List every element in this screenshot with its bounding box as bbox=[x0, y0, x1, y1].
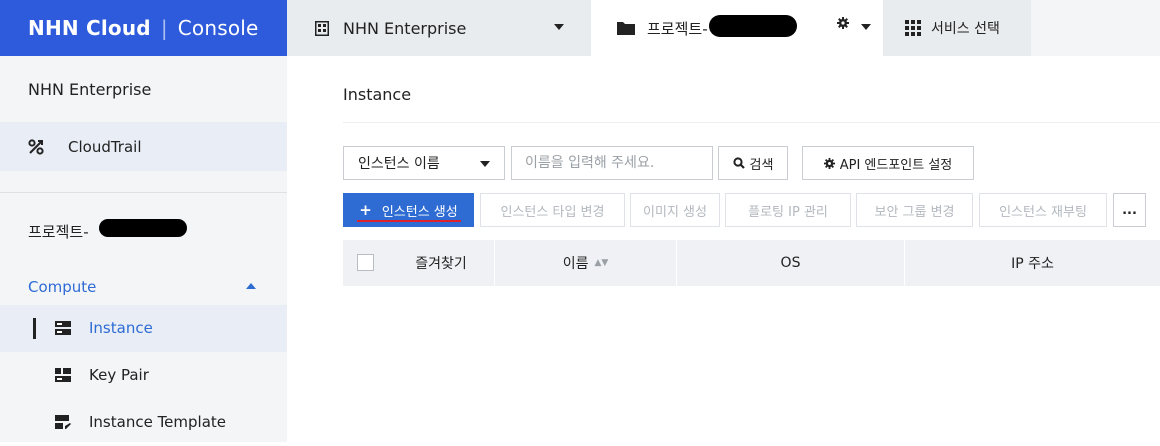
change-security-group-label: 보안 그룹 변경 bbox=[874, 204, 955, 220]
organization-selector[interactable]: NHN Enterprise bbox=[287, 0, 591, 56]
folder-icon bbox=[617, 22, 635, 35]
brand-logo-text: NHN Cloud bbox=[28, 16, 151, 40]
sidebar-project-name: 프로젝트- bbox=[28, 222, 89, 241]
sidebar-item-label: Instance Template bbox=[89, 413, 227, 431]
column-header-ip[interactable]: IP 주소 bbox=[905, 240, 1160, 286]
sidebar-item-instance[interactable]: Instance bbox=[0, 305, 287, 352]
api-endpoint-settings-button[interactable]: API 엔드포인트 설정 bbox=[802, 146, 974, 180]
project-name: 프로젝트- bbox=[647, 19, 708, 38]
top-bar-fill bbox=[1031, 0, 1160, 56]
cloudtrail-icon bbox=[28, 138, 44, 155]
brand-separator: | bbox=[160, 16, 168, 40]
manage-floating-ip-button[interactable]: 플로팅 IP 관리 bbox=[725, 193, 851, 227]
brand-console-text: Console bbox=[177, 16, 259, 40]
key-pair-icon bbox=[55, 368, 71, 382]
sidebar-item-label: Key Pair bbox=[89, 366, 149, 384]
gear-icon bbox=[823, 157, 835, 169]
sidebar-item-label: CloudTrail bbox=[68, 137, 142, 156]
create-instance-button[interactable]: + 인스턴스 생성 bbox=[343, 193, 474, 227]
redacted-project-name bbox=[99, 219, 187, 237]
column-header-label: 즐겨찾기 bbox=[415, 256, 467, 272]
chevron-up-icon bbox=[246, 283, 256, 289]
service-select-button[interactable]: 서비스 선택 bbox=[883, 0, 1031, 56]
sidebar-organization-name: NHN Enterprise bbox=[28, 79, 152, 99]
column-header-os[interactable]: OS bbox=[677, 240, 904, 286]
top-bar: NHN Cloud | Console NHN Enterprise 프로젝트- bbox=[0, 0, 1160, 56]
search-filter-value: 인스턴스 이름 bbox=[358, 156, 440, 172]
change-security-group-button[interactable]: 보안 그룹 변경 bbox=[856, 193, 973, 227]
column-header-label: 이름 bbox=[562, 256, 589, 272]
chevron-down-icon bbox=[480, 161, 490, 167]
sidebar-item-cloudtrail[interactable]: CloudTrail bbox=[0, 122, 287, 171]
manage-floating-ip-label: 플로팅 IP 관리 bbox=[748, 204, 828, 220]
change-instance-type-label: 인스턴스 타입 변경 bbox=[500, 204, 605, 220]
annotation-underline bbox=[357, 220, 461, 222]
column-header-label: IP 주소 bbox=[1011, 256, 1054, 272]
api-endpoint-settings-label: API 엔드포인트 설정 bbox=[839, 157, 953, 173]
brand-logo[interactable]: NHN Cloud | Console bbox=[0, 0, 287, 56]
search-input[interactable] bbox=[511, 146, 713, 180]
search-filter-select[interactable]: 인스턴스 이름 bbox=[343, 146, 505, 180]
main-content: Instance 인스턴스 이름 검색 API 엔드포인트 bbox=[287, 56, 1160, 442]
create-image-label: 이미지 생성 bbox=[643, 204, 707, 220]
sort-icon[interactable]: ▲▼ bbox=[594, 258, 608, 268]
reboot-instance-button[interactable]: 인스턴스 재부팅 bbox=[979, 193, 1107, 227]
column-header-favorite[interactable]: 즐겨찾기 bbox=[393, 240, 489, 286]
sidebar-group-compute[interactable]: Compute bbox=[0, 269, 287, 305]
grid-icon bbox=[905, 20, 921, 36]
table-header: 즐겨찾기 이름 ▲▼ OS IP 주소 bbox=[343, 240, 1160, 286]
create-instance-label: 인스턴스 생성 bbox=[381, 204, 458, 220]
building-icon bbox=[315, 20, 329, 36]
create-image-button[interactable]: 이미지 생성 bbox=[630, 193, 720, 227]
page-title: Instance bbox=[343, 85, 412, 104]
chevron-down-icon bbox=[554, 24, 564, 30]
sidebar-item-key-pair[interactable]: Key Pair bbox=[0, 352, 287, 399]
sidebar-divider bbox=[0, 171, 287, 193]
organization-name: NHN Enterprise bbox=[343, 18, 467, 38]
sidebar-group-label: Compute bbox=[28, 278, 97, 296]
reboot-instance-label: 인스턴스 재부팅 bbox=[999, 204, 1087, 220]
chevron-down-icon bbox=[861, 24, 871, 30]
select-all-checkbox[interactable] bbox=[357, 254, 374, 271]
sidebar-item-instance-template[interactable]: Instance Template bbox=[0, 399, 287, 446]
column-header-label: OS bbox=[780, 255, 801, 271]
change-instance-type-button[interactable]: 인스턴스 타입 변경 bbox=[480, 193, 625, 227]
service-select-label: 서비스 선택 bbox=[931, 21, 1000, 37]
sidebar: NHN Enterprise CloudTrail 프로젝트- Compute … bbox=[0, 56, 287, 442]
active-indicator bbox=[33, 318, 36, 339]
title-divider bbox=[343, 122, 1160, 123]
sidebar-organization[interactable]: NHN Enterprise bbox=[0, 56, 287, 122]
project-selector[interactable]: 프로젝트- bbox=[591, 0, 883, 56]
sidebar-project[interactable]: 프로젝트- bbox=[0, 193, 287, 269]
search-button[interactable]: 검색 bbox=[718, 146, 788, 180]
gear-icon[interactable] bbox=[837, 17, 849, 29]
search-button-label: 검색 bbox=[749, 157, 774, 173]
redacted-project-name bbox=[709, 15, 797, 37]
search-icon bbox=[732, 157, 745, 169]
more-actions-button[interactable]: ... bbox=[1113, 193, 1146, 227]
template-icon bbox=[55, 415, 71, 429]
sidebar-item-label: Instance bbox=[89, 319, 153, 337]
server-icon bbox=[55, 321, 71, 335]
plus-icon: + bbox=[359, 201, 372, 219]
column-header-name[interactable]: 이름 ▲▼ bbox=[495, 240, 676, 286]
